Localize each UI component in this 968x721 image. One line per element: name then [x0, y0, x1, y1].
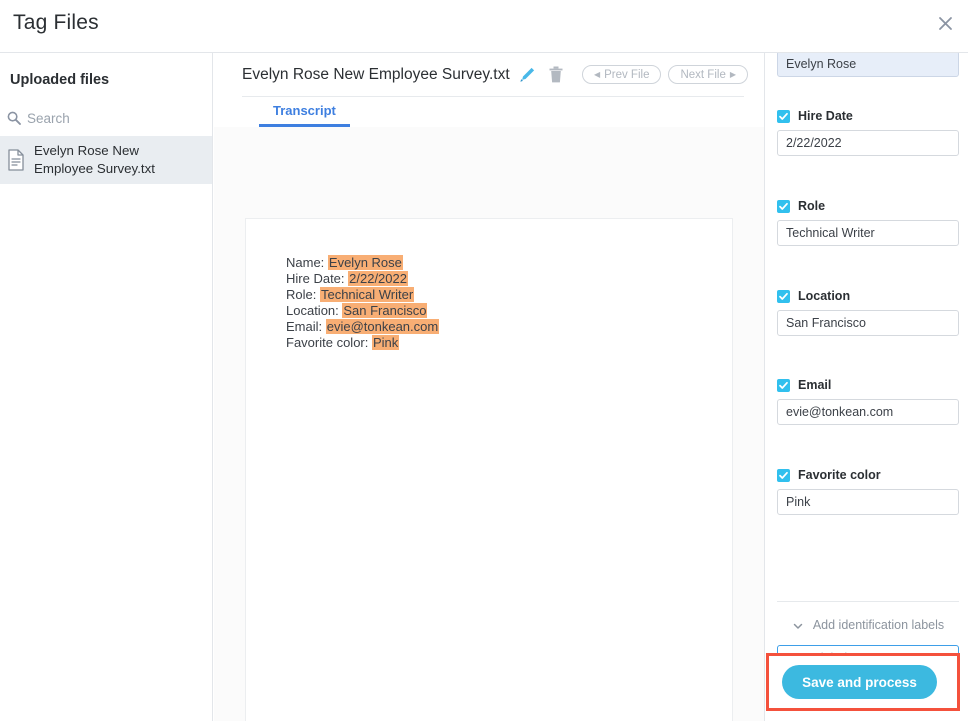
location-field[interactable]: [777, 310, 959, 336]
checkbox-checked-icon[interactable]: [777, 200, 790, 213]
transcript-line-value: Evelyn Rose: [328, 255, 403, 270]
email-field[interactable]: [777, 399, 959, 425]
transcript-line-label: Favorite color:: [286, 335, 372, 350]
close-icon[interactable]: [928, 6, 962, 40]
favorite-color-label: Favorite color: [798, 468, 881, 482]
field-group-email: Email: [766, 378, 968, 425]
transcript-line: Role: Technical Writer: [286, 287, 439, 303]
transcript-card: Name: Evelyn Rose Hire Date: 2/22/2022 R…: [245, 218, 733, 721]
location-checkbox-row[interactable]: Location: [766, 289, 968, 303]
triangle-left-icon: ◀: [594, 71, 600, 79]
transcript-line: Name: Evelyn Rose: [286, 255, 439, 271]
next-file-button[interactable]: Next File ▶: [668, 65, 748, 84]
checkbox-checked-icon[interactable]: [777, 379, 790, 392]
uploaded-files-sidebar: Uploaded files Evelyn Rose N: [0, 53, 213, 721]
search-row[interactable]: [0, 103, 212, 133]
field-group-location: Location: [766, 289, 968, 336]
field-group-name: [766, 53, 968, 77]
field-group-hire-date: Hire Date: [766, 109, 968, 156]
document-header: Evelyn Rose New Employee Survey.txt ◀ Pr…: [214, 53, 764, 96]
role-label: Role: [798, 199, 825, 213]
sidebar-heading: Uploaded files: [10, 72, 109, 88]
triangle-right-icon: ▶: [730, 71, 736, 79]
tab-transcript-label: Transcript: [273, 103, 336, 118]
transcript-line-value: Technical Writer: [320, 287, 414, 302]
role-field[interactable]: [777, 220, 959, 246]
name-field[interactable]: [777, 53, 959, 77]
search-input[interactable]: [27, 111, 187, 126]
file-list: Evelyn Rose New Employee Survey.txt: [0, 136, 212, 184]
hire-date-label: Hire Date: [798, 109, 853, 123]
checkbox-checked-icon[interactable]: [777, 469, 790, 482]
transcript-line-value: San Francisco: [342, 303, 427, 318]
transcript-line-label: Hire Date:: [286, 271, 348, 286]
email-label: Email: [798, 378, 831, 392]
transcript-line: Location: San Francisco: [286, 303, 439, 319]
tab-transcript[interactable]: Transcript: [259, 97, 350, 127]
location-label: Location: [798, 289, 850, 303]
fields-panel: Hire Date Role: [766, 53, 968, 721]
transcript-line: Email: evie@tonkean.com: [286, 319, 439, 335]
transcript-line-value: 2/22/2022: [348, 271, 408, 286]
pencil-icon[interactable]: [519, 66, 536, 83]
field-group-favorite-color: Favorite color: [766, 468, 968, 515]
chevron-down-icon: [792, 619, 804, 631]
checkbox-checked-icon[interactable]: [777, 290, 790, 303]
search-icon: [6, 110, 22, 126]
email-checkbox-row[interactable]: Email: [766, 378, 968, 392]
favorite-color-field[interactable]: [777, 489, 959, 515]
add-identification-labels-toggle[interactable]: Add identification labels: [777, 615, 959, 635]
panel-divider: [777, 601, 959, 602]
transcript-line: Hire Date: 2/22/2022: [286, 271, 439, 287]
transcript-line-label: Location:: [286, 303, 342, 318]
document-body: Name: Evelyn Rose Hire Date: 2/22/2022 R…: [214, 127, 764, 721]
prev-file-button[interactable]: ◀ Prev File: [582, 65, 662, 84]
add-identification-labels-label: Add identification labels: [813, 618, 944, 632]
transcript-text: Name: Evelyn Rose Hire Date: 2/22/2022 R…: [286, 255, 439, 351]
list-item-label: Evelyn Rose New Employee Survey.txt: [34, 142, 155, 178]
document-tabs: Transcript: [242, 96, 744, 127]
field-group-role: Role: [766, 199, 968, 246]
page-title: Tag Files: [13, 11, 99, 35]
transcript-line-label: Name:: [286, 255, 328, 270]
prev-file-label: Prev File: [604, 69, 649, 81]
trash-icon[interactable]: [548, 65, 564, 84]
transcript-line: Favorite color: Pink: [286, 335, 439, 351]
save-and-process-button[interactable]: Save and process: [782, 665, 937, 699]
transcript-line-label: Role:: [286, 287, 320, 302]
transcript-line-value: evie@tonkean.com: [326, 319, 439, 334]
transcript-line-value: Pink: [372, 335, 399, 350]
hire-date-field[interactable]: [777, 130, 959, 156]
document-filename: Evelyn Rose New Employee Survey.txt: [242, 66, 510, 84]
document-panel: Evelyn Rose New Employee Survey.txt ◀ Pr…: [214, 53, 765, 721]
checkbox-checked-icon[interactable]: [777, 110, 790, 123]
role-checkbox-row[interactable]: Role: [766, 199, 968, 213]
dialog-titlebar: Tag Files: [0, 0, 968, 53]
list-item[interactable]: Evelyn Rose New Employee Survey.txt: [0, 136, 212, 184]
transcript-line-label: Email:: [286, 319, 326, 334]
hire-date-checkbox-row[interactable]: Hire Date: [766, 109, 968, 123]
next-file-label: Next File: [680, 69, 725, 81]
document-icon: [6, 148, 26, 172]
favorite-color-checkbox-row[interactable]: Favorite color: [766, 468, 968, 482]
tag-files-dialog: Tag Files Uploaded files: [0, 0, 968, 721]
